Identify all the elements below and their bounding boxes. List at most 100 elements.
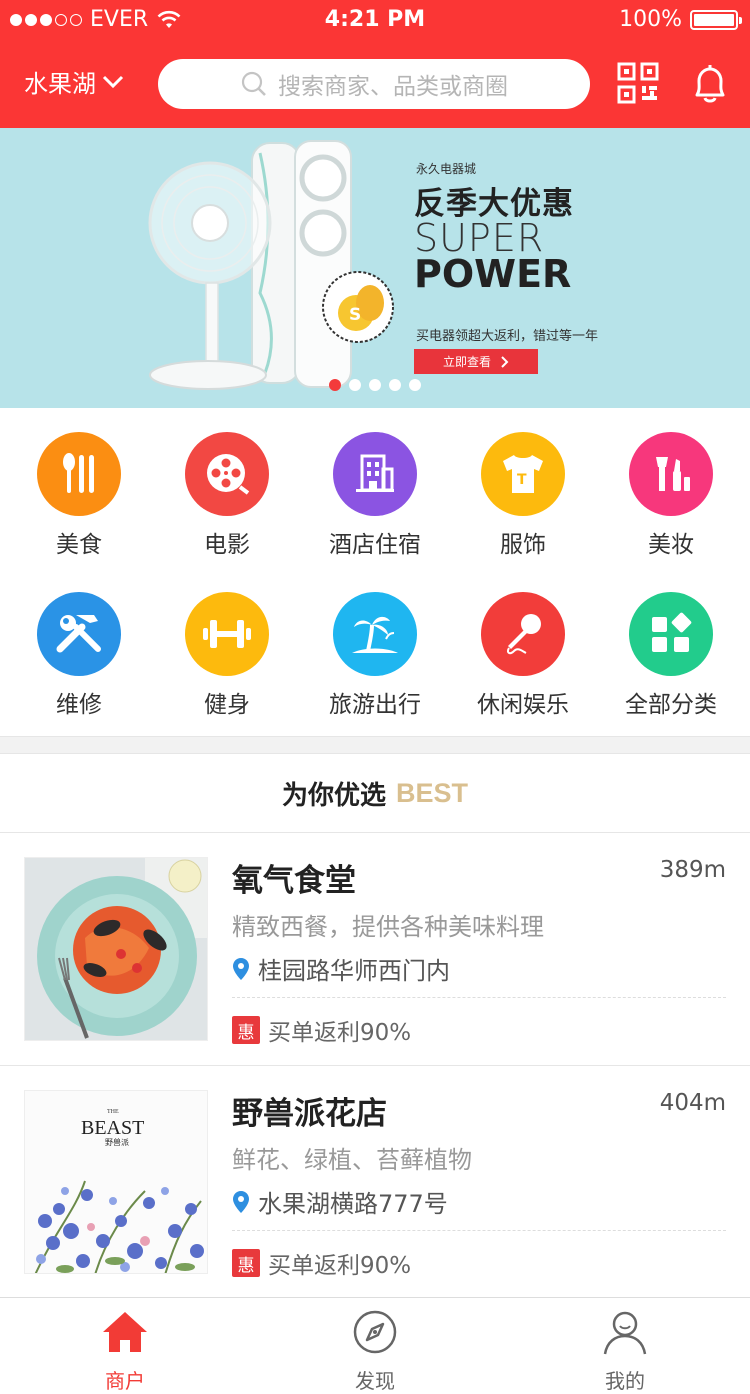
banner-description: 买电器领超大返利，错过等一年 [416,329,599,344]
home-icon [103,1312,147,1352]
banner-brand: 永久电器城 [416,162,477,176]
shop-thumbnail: THE BEAST 野兽派 [24,1090,208,1274]
category-label: 酒店住宿 [329,532,421,558]
tab-label: 发现 [355,1369,395,1393]
compass-icon [353,1310,397,1354]
qr-scan-icon[interactable] [617,62,659,104]
search-icon [241,71,266,96]
tab-label: 我的 [605,1369,645,1393]
shop-address-text: 桂园路华师西门内 [258,957,450,985]
cosmetics-icon [629,432,713,516]
category-label: 维修 [56,692,102,718]
banner-dot[interactable] [369,379,381,391]
shop-promo: 惠 买单返利90% [232,1246,411,1280]
city-name: 水果湖 [24,70,96,98]
dashed-divider [232,997,726,998]
section-title: 为你优选 [281,780,386,811]
status-bar: EVER 4:21 PM 100% [0,0,750,40]
category-travel[interactable]: 旅游出行 [301,592,449,732]
dumbbell-icon [185,592,269,676]
building-icon [333,432,417,516]
banner-button-label: 立即查看 [442,355,491,369]
category-food[interactable]: 美食 [5,432,153,572]
banner-dot[interactable] [349,379,361,391]
dashed-divider [232,1230,726,1231]
beast-logo-top: THE [107,1109,119,1115]
category-all[interactable]: 全部分类 [597,592,745,732]
category-label: 休闲娱乐 [477,692,569,718]
user-icon [603,1311,647,1355]
category-label: 美食 [56,532,102,558]
shop-address: 水果湖横路777号 [232,1184,448,1219]
shop-address-text: 水果湖横路777号 [258,1190,448,1218]
shop-promo: 惠 买单返利90% [232,1013,411,1047]
svg-text:T: T [517,472,527,488]
tab-profile[interactable]: 我的 [500,1308,750,1394]
chevron-down-icon [102,75,124,88]
shop-name: 氧气食堂 [232,863,356,899]
promo-text: 买单返利90% [268,1253,412,1279]
category-leisure[interactable]: 休闲娱乐 [449,592,597,732]
svg-text:S: S [349,305,361,325]
tshirt-icon: T [481,432,565,516]
location-pin-icon [233,1190,249,1213]
category-label: 健身 [204,692,250,718]
banner-dot[interactable] [329,379,341,391]
tab-label: 商户 [105,1369,145,1393]
shop-list-item[interactable]: 氧气食堂 389m 精致西餐，提供各种美味料理 桂园路华师西门内 惠 买单返利9… [0,833,750,1066]
promo-banner[interactable]: S 永久电器城 反季大优惠 SUPER POWER 买电器领超大返利，错过等一年… [0,128,750,408]
tools-icon [37,592,121,676]
banner-dot[interactable] [409,379,421,391]
section-header: 为你优选 BEST [0,754,750,833]
banner-pagination [329,379,421,391]
bottom-tab-bar: 商户 发现 我的 [0,1297,750,1394]
tab-discover[interactable]: 发现 [250,1308,500,1394]
shop-distance: 389m [659,857,726,883]
shop-description: 精致西餐，提供各种美味料理 [232,913,544,941]
beast-logo-main: BEAST [81,1117,144,1139]
category-repair[interactable]: 维修 [5,592,153,732]
location-pin-icon [233,957,249,980]
category-clothing[interactable]: T 服饰 [449,432,597,572]
category-label: 电影 [204,532,250,558]
shop-list-item[interactable]: THE BEAST 野兽派 野兽派花店 404m 鲜花、绿植、苔藓植物 水果湖横… [0,1066,750,1299]
category-hotel[interactable]: 酒店住宿 [301,432,449,572]
palm-tree-icon [333,592,417,676]
beast-logo-sub: 野兽派 [105,1137,129,1147]
shop-address: 桂园路华师西门内 [232,951,450,986]
app-header: EVER 4:21 PM 100% 水果湖 搜索商家、品类或商圈 [0,0,750,128]
battery-status: 100% [619,7,742,32]
promo-text: 买单返利90% [268,1020,412,1046]
category-label: 服饰 [500,532,546,558]
grid-icon [629,592,713,676]
category-label: 旅游出行 [329,692,421,718]
section-title-en: BEST [396,777,469,808]
battery-icon [690,9,742,30]
shop-thumbnail [24,857,208,1041]
category-beauty[interactable]: 美妆 [597,432,745,572]
chevron-right-icon [501,355,509,368]
cutlery-icon [37,432,121,516]
shop-name: 野兽派花店 [232,1096,387,1132]
search-input[interactable]: 搜索商家、品类或商圈 [158,59,590,109]
header-nav: 水果湖 搜索商家、品类或商圈 [0,56,750,112]
category-fitness[interactable]: 健身 [153,592,301,732]
microphone-icon [481,592,565,676]
banner-power: POWER [414,252,572,296]
banner-dot[interactable] [389,379,401,391]
category-grid: 美食 电影 酒店住宿 T 服饰 美妆 维修 健身 旅游出行 休闲娱乐 全部分类 [0,408,750,736]
banner-appliances-image: S [148,140,394,390]
film-reel-icon [185,432,269,516]
category-movie[interactable]: 电影 [153,432,301,572]
shop-description: 鲜花、绿植、苔藓植物 [232,1146,472,1174]
battery-percent: 100% [619,7,682,32]
city-selector[interactable]: 水果湖 [24,64,124,99]
banner-view-button[interactable]: 立即查看 [414,349,538,374]
category-label: 全部分类 [625,692,717,718]
category-label: 美妆 [648,532,694,558]
tab-merchants[interactable]: 商户 [0,1308,250,1394]
notification-bell-icon[interactable] [690,62,730,106]
promo-badge: 惠 [232,1249,260,1277]
search-placeholder: 搜索商家、品类或商圈 [278,74,508,100]
promo-badge: 惠 [232,1016,260,1044]
